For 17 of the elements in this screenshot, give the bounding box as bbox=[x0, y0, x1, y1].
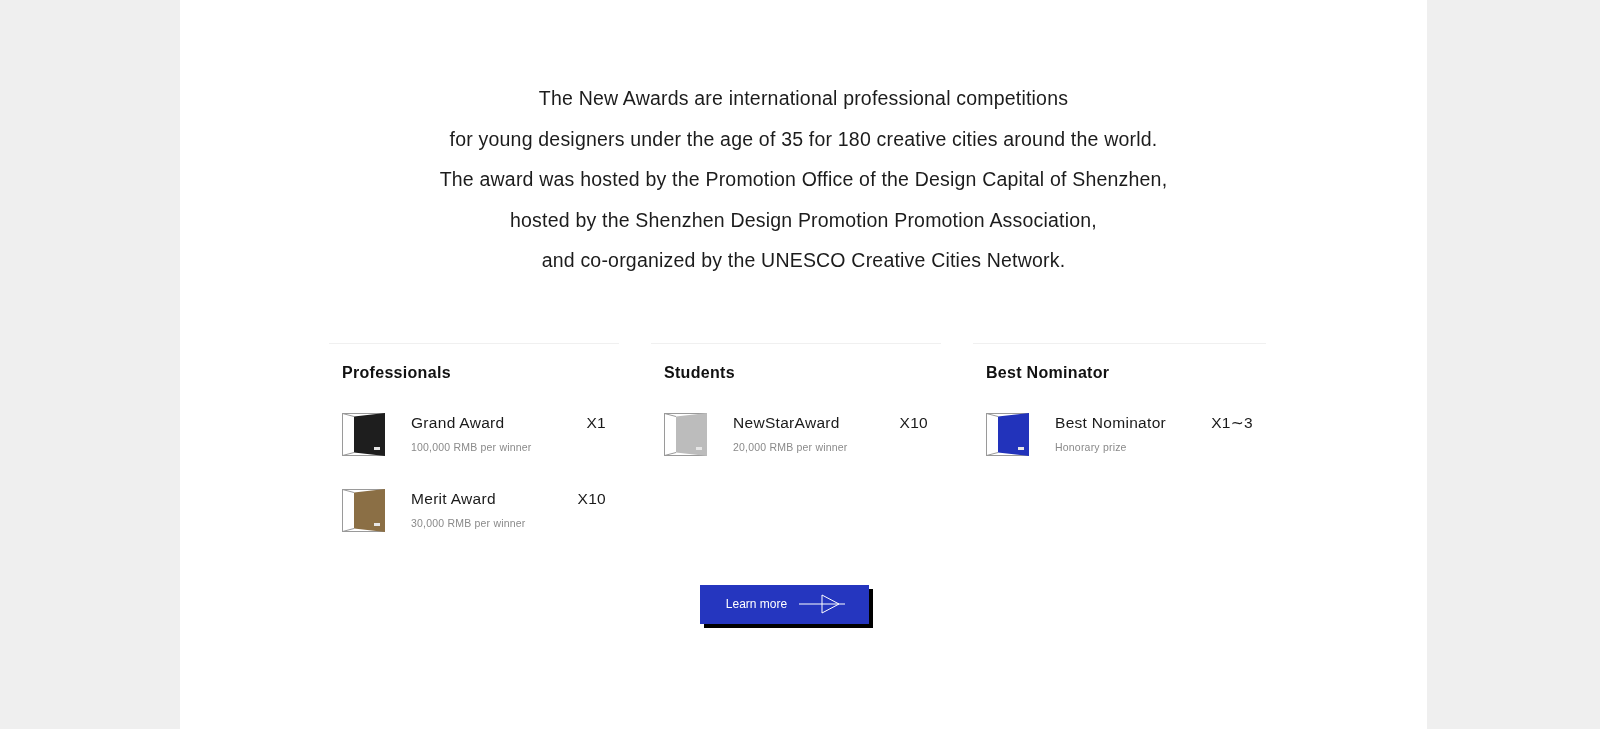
award-name: NewStarAward bbox=[733, 413, 841, 432]
category-heading: Best Nominator bbox=[986, 362, 1111, 383]
arrow-icon bbox=[799, 594, 846, 614]
award-count: X10 bbox=[577, 488, 606, 508]
category-heading: Professionals bbox=[342, 362, 452, 383]
award-name: Grand Award bbox=[411, 413, 506, 432]
award-prize: 100,000 RMB per winner bbox=[411, 440, 533, 454]
intro-paragraph: The New Awards are international professional competitions for young designers under the age of 35 for 180 creative cities around the world. The award was hosted by the Promotion Office of the Design Capital of Shenzhen, hosted by the Shenzhen Design Promotion Promotion Association, and co-organized by the UNESCO Creative Cities Network. bbox=[438, 86, 1169, 273]
award-prize: 20,000 RMB per winner bbox=[733, 440, 849, 454]
award-count: X1∼3 bbox=[1211, 412, 1253, 432]
award-name: Best Nominator bbox=[1055, 413, 1168, 432]
category-heading: Students bbox=[664, 362, 736, 383]
award-prize: 30,000 RMB per winner bbox=[411, 516, 527, 530]
award-count: X10 bbox=[899, 412, 928, 432]
award-name: Merit Award bbox=[411, 489, 497, 508]
award-count: X1 bbox=[586, 412, 606, 432]
award-prize: Honorary prize bbox=[1055, 440, 1128, 454]
